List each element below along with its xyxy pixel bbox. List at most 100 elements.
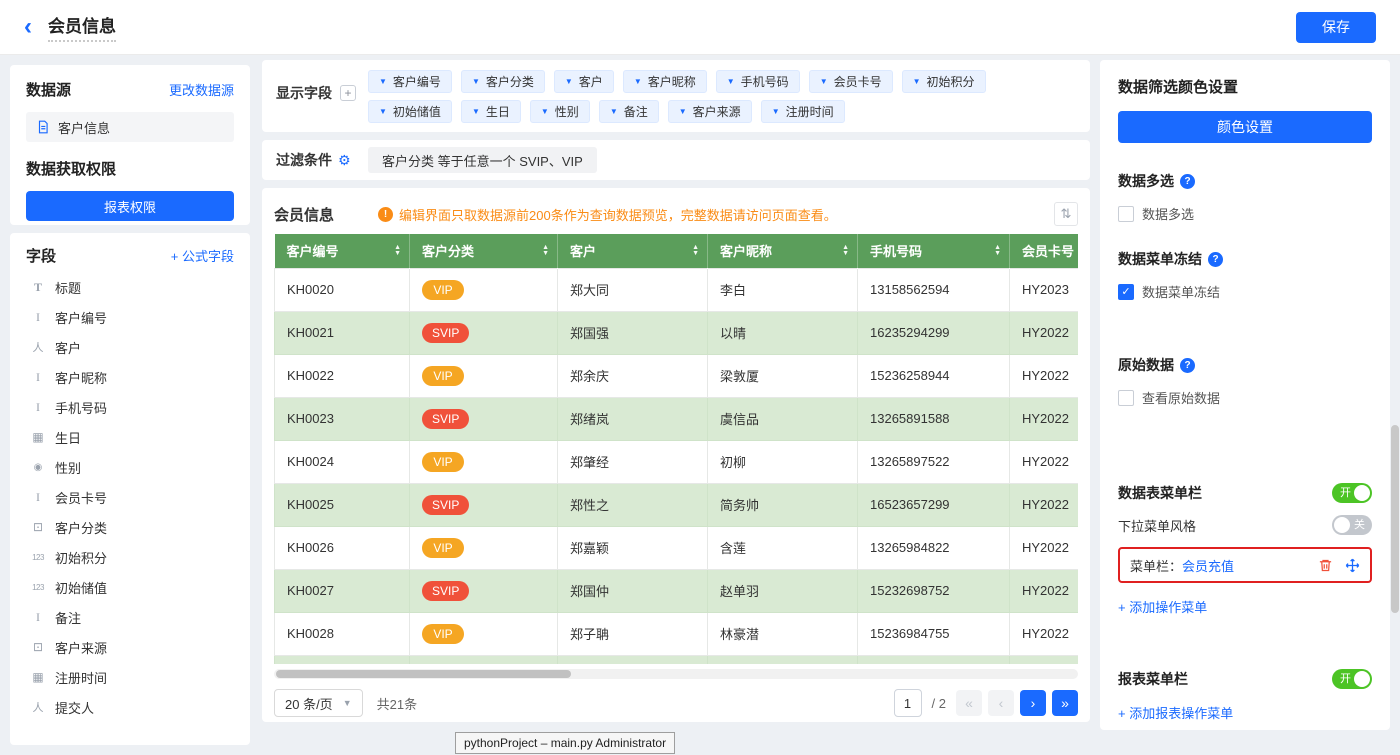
chevron-down-icon: ▼ xyxy=(913,77,921,86)
field-item[interactable]: 提交人 xyxy=(26,692,234,722)
move-icon[interactable] xyxy=(1345,558,1360,573)
display-fields-title: 显示字段 xyxy=(276,83,332,103)
sort-icon[interactable] xyxy=(394,245,401,257)
save-button[interactable]: 保存 xyxy=(1296,12,1376,43)
gear-icon[interactable]: ⚙ xyxy=(338,152,351,169)
back-icon[interactable]: ‹ xyxy=(24,15,32,39)
page-size-select[interactable]: 20 条/页 ▼ xyxy=(274,689,363,717)
column-label: 会员卡号 xyxy=(1022,241,1074,260)
display-field-chip[interactable]: ▼手机号码 xyxy=(716,70,800,93)
sort-icon[interactable] xyxy=(692,245,699,257)
field-item[interactable]: 客户编号 xyxy=(26,302,234,332)
field-item[interactable]: 生日 xyxy=(26,422,234,452)
column-header[interactable]: 手机号码 xyxy=(858,234,1010,268)
sort-icon[interactable] xyxy=(542,245,549,257)
display-field-chip[interactable]: ▼客户来源 xyxy=(668,100,752,123)
prev-page-button[interactable]: ‹ xyxy=(988,690,1014,716)
table-row[interactable]: KH0026 VIP 郑嘉颖 含莲 13265984822 HY2022 xyxy=(275,526,1079,569)
datasource-item[interactable]: 客户信息 xyxy=(26,112,234,142)
display-field-chip[interactable]: ▼备注 xyxy=(599,100,659,123)
table-row[interactable]: KH0020 VIP 郑大同 李白 13158562594 HY2023 xyxy=(275,268,1079,311)
add-display-field-button[interactable]: + xyxy=(340,85,356,101)
filter-condition-chip[interactable]: 客户分类 等于任意一个 SVIP、VIP xyxy=(368,147,597,173)
raw-data-section: 原始数据 ? 查看原始数据 xyxy=(1118,355,1372,407)
field-item[interactable]: 客户昵称 xyxy=(26,362,234,392)
raw-data-checkbox[interactable] xyxy=(1118,390,1134,406)
field-item[interactable]: 客户来源 xyxy=(26,632,234,662)
display-field-chip[interactable]: ▼客户分类 xyxy=(461,70,545,93)
display-field-chip[interactable]: ▼客户 xyxy=(554,70,614,93)
table-row[interactable]: KH0021 SVIP 郑国强 以晴 16235294299 HY2022 xyxy=(275,311,1079,354)
field-item[interactable]: 注册时间 xyxy=(26,662,234,692)
display-field-chips: ▼客户编号 ▼客户分类 ▼客户 ▼客户昵称 ▼手机号码 ▼会员卡号 ▼初始积分 … xyxy=(368,70,1076,123)
table-row[interactable]: KH0027 SVIP 郑国仲 赵单羽 15232698752 HY2022 xyxy=(275,569,1079,612)
column-header[interactable]: 客户分类 xyxy=(410,234,558,268)
add-action-menu-link[interactable]: + 添加操作菜单 xyxy=(1118,597,1207,616)
cell-customer: 郑国强 xyxy=(558,311,708,354)
column-header[interactable]: 客户 xyxy=(558,234,708,268)
menu-freeze-title: 数据菜单冻结 xyxy=(1118,249,1202,269)
color-settings-title: 数据筛选颜色设置 xyxy=(1118,76,1372,97)
report-menu-toggle[interactable]: 开 xyxy=(1332,669,1372,689)
last-page-button[interactable]: » xyxy=(1052,690,1078,716)
column-header[interactable]: 客户编号 xyxy=(275,234,410,268)
report-permission-button[interactable]: 报表权限 xyxy=(26,191,234,221)
display-field-chip[interactable]: ▼初始积分 xyxy=(902,70,986,93)
menu-item-name[interactable]: 会员充值 xyxy=(1182,556,1234,575)
field-item[interactable]: 备注 xyxy=(26,602,234,632)
horizontal-scrollbar-thumb[interactable] xyxy=(276,670,571,678)
column-header[interactable]: 会员卡号 xyxy=(1010,234,1079,268)
table-row[interactable]: KH0025 SVIP 郑性之 简务帅 16523657299 HY2022 xyxy=(275,483,1079,526)
display-field-chip[interactable]: ▼初始储值 xyxy=(368,100,452,123)
sort-order-button[interactable]: ⇅ xyxy=(1054,202,1078,226)
display-field-chip[interactable]: ▼注册时间 xyxy=(761,100,845,123)
multi-select-checkbox[interactable] xyxy=(1118,206,1134,222)
column-header[interactable]: 客户昵称 xyxy=(708,234,858,268)
field-item[interactable]: 手机号码 xyxy=(26,392,234,422)
help-icon[interactable]: ? xyxy=(1180,358,1195,373)
add-report-menu-link[interactable]: + 添加报表操作菜单 xyxy=(1118,703,1233,722)
cell-phone: 16235294299 xyxy=(858,311,1010,354)
field-label: 初始积分 xyxy=(55,548,107,567)
member-table: 客户编号 客户分类 客户 客户昵称 手机号码 会员卡号 KH0020 VIP 郑… xyxy=(274,234,1078,664)
delete-icon[interactable] xyxy=(1318,558,1333,573)
help-icon[interactable]: ? xyxy=(1180,174,1195,189)
field-item[interactable]: 标题 xyxy=(26,272,234,302)
display-field-chip[interactable]: ▼性别 xyxy=(530,100,590,123)
field-item[interactable]: 客户分类 xyxy=(26,512,234,542)
vertical-scrollbar-thumb[interactable] xyxy=(1391,425,1399,613)
menu-item-box[interactable]: 菜单栏： 会员充值 xyxy=(1118,547,1372,583)
dropdown-style-toggle[interactable]: 关 xyxy=(1332,515,1372,535)
current-page-box[interactable]: 1 xyxy=(894,689,922,717)
table-row[interactable]: KH0028 VIP 郑子聃 林豪潜 15236984755 HY2022 xyxy=(275,612,1079,655)
display-field-chip[interactable]: ▼客户编号 xyxy=(368,70,452,93)
next-page-button[interactable]: › xyxy=(1020,690,1046,716)
change-datasource-link[interactable]: 更改数据源 xyxy=(169,80,234,99)
color-settings-button[interactable]: 颜色设置 xyxy=(1118,111,1372,143)
help-icon[interactable]: ? xyxy=(1208,252,1223,267)
field-item[interactable]: 客户 xyxy=(26,332,234,362)
category-badge: VIP xyxy=(422,452,464,472)
chip-label: 客户分类 xyxy=(486,73,534,90)
table-row[interactable]: KH0023 SVIP 郑绪岚 虞信品 13265891588 HY2022 xyxy=(275,397,1079,440)
display-field-chip[interactable]: ▼会员卡号 xyxy=(809,70,893,93)
first-page-button[interactable]: « xyxy=(956,690,982,716)
display-field-chip[interactable]: ▼生日 xyxy=(461,100,521,123)
table-row-partial[interactable]: VIP xyxy=(275,655,1079,664)
sort-icon[interactable] xyxy=(994,245,1001,257)
field-item[interactable]: 初始储值 xyxy=(26,572,234,602)
horizontal-scrollbar[interactable] xyxy=(274,669,1078,679)
page-size-value: 20 条/页 xyxy=(285,694,333,713)
table-row[interactable]: KH0024 VIP 郑肇经 初柳 13265897522 HY2022 xyxy=(275,440,1079,483)
table-menu-toggle[interactable]: 开 xyxy=(1332,483,1372,503)
field-item[interactable]: 性别 xyxy=(26,452,234,482)
menu-freeze-checkbox[interactable] xyxy=(1118,284,1134,300)
field-item[interactable]: 会员卡号 xyxy=(26,482,234,512)
chevron-down-icon: ▼ xyxy=(727,77,735,86)
sort-icon[interactable] xyxy=(842,245,849,257)
field-item[interactable]: 初始积分 xyxy=(26,542,234,572)
table-row[interactable]: KH0022 VIP 郑余庆 梁敦厦 15236258944 HY2022 xyxy=(275,354,1079,397)
display-field-chip[interactable]: ▼客户昵称 xyxy=(623,70,707,93)
toggle-knob xyxy=(1334,517,1350,533)
add-formula-field-link[interactable]: + 公式字段 xyxy=(171,246,234,265)
